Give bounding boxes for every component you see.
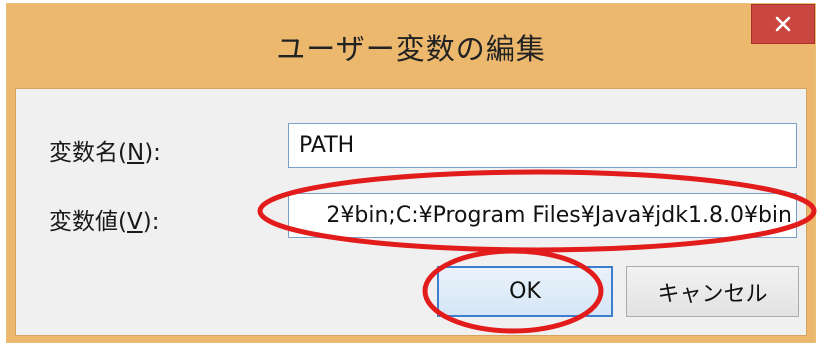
variable-value-label-suffix: ): — [142, 209, 160, 235]
edit-user-variable-dialog: ユーザー変数の編集 変数名(N): PATH 変数値(V): 2¥bin;C:¥… — [6, 3, 816, 343]
variable-name-input[interactable]: PATH — [288, 123, 797, 168]
variable-name-mnemonic: N — [126, 140, 145, 166]
cancel-button[interactable]: キャンセル — [626, 266, 799, 317]
ok-button[interactable]: OK — [437, 266, 613, 317]
variable-value-mnemonic: V — [126, 209, 143, 235]
variable-name-label: 変数名(N): — [49, 133, 161, 167]
variable-value-label-text: 変数値( — [49, 209, 127, 235]
variable-value-input[interactable]: 2¥bin;C:¥Program Files¥Java¥jdk1.8.0¥bin — [288, 193, 797, 238]
variable-name-label-suffix: ): — [144, 140, 161, 166]
close-button[interactable] — [751, 4, 815, 44]
dialog-body: 変数名(N): PATH 変数値(V): 2¥bin;C:¥Program Fi… — [15, 88, 807, 336]
title-bar[interactable]: ユーザー変数の編集 — [7, 4, 815, 88]
variable-name-label-text: 変数名( — [49, 140, 127, 166]
close-icon — [775, 16, 791, 32]
variable-value-label: 変数値(V): — [49, 202, 159, 236]
dialog-title: ユーザー変数の編集 — [276, 32, 546, 66]
